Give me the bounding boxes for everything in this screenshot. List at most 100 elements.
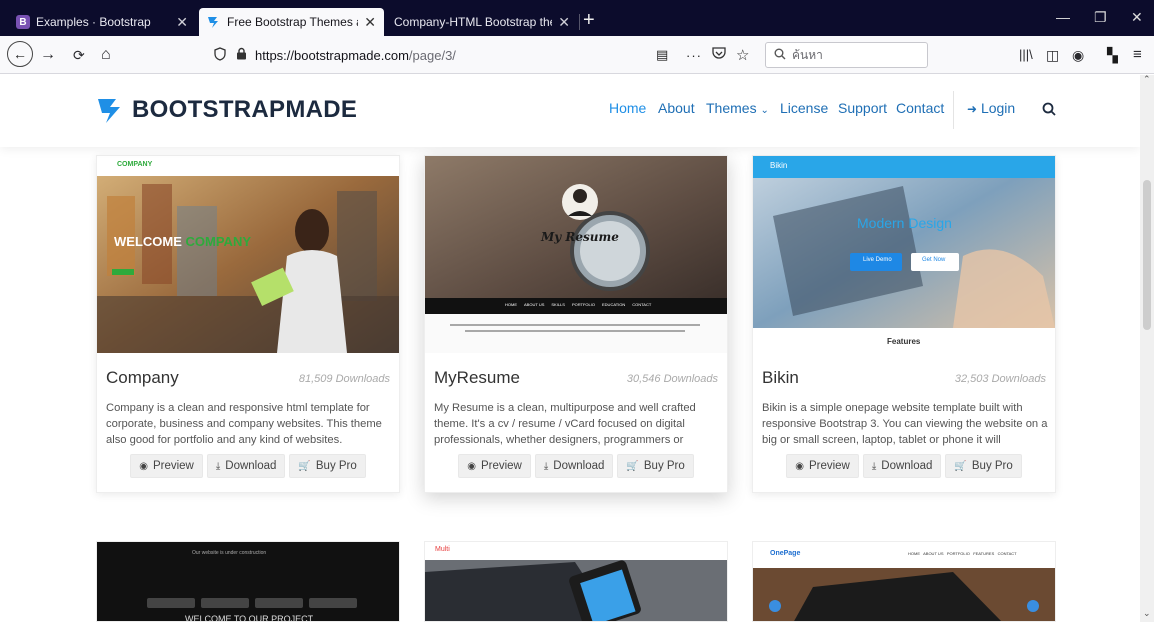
reader-view-icon[interactable]: ▤ [656,47,668,63]
nav-about[interactable]: About [658,100,695,116]
nav-support[interactable]: Support [838,100,887,116]
thumb-menu-item: HOME [505,302,517,307]
close-tab-icon[interactable]: ✕ [558,14,570,31]
nav-license[interactable]: License [780,100,828,116]
download-label: Download [553,460,605,472]
url-bar[interactable]: https://bootstrapmade.com/page/3/ ▤ ··· … [200,42,756,68]
search-icon[interactable] [1042,102,1056,121]
company-thumbnail[interactable]: COMPANY WELCOME COMPANY [97,156,399,353]
close-tab-icon[interactable]: ✕ [364,14,376,31]
scroll-down-icon[interactable]: ⌄ [1143,608,1151,619]
thumb-menu-item: PORTFOLIO [571,302,595,307]
reload-icon[interactable]: ⟳ [73,45,85,65]
tab-separator [579,14,580,30]
download-button[interactable]: ⤓ Download [862,454,942,478]
card-title[interactable]: Company [106,368,179,388]
home-icon[interactable]: ⌂ [101,45,111,65]
preview-button[interactable]: ◉ Preview [458,454,531,478]
account-icon[interactable]: ◉ [1072,45,1084,65]
nav-login[interactable]: ➜ Login [967,100,1015,116]
more-actions-icon[interactable]: ··· [686,48,702,63]
card-title[interactable]: Bikin [762,368,799,388]
site-header: BOOTSTRAPMADE Home About Themes ⌄ Licens… [0,75,1140,147]
cart-icon: 🛒 [954,460,967,472]
theme-card-bikin[interactable]: Bikin Modern Design Live Demo Get Now Fe… [752,155,1056,493]
card-description: My Resume is a clean, multipurpose and w… [434,402,696,446]
url-path: /page/3/ [408,47,456,63]
extension-icon[interactable]: ▚ [1107,45,1118,65]
close-tab-icon[interactable]: ✕ [176,14,188,31]
close-window-icon[interactable]: ✕ [1131,9,1143,26]
search-input[interactable]: ค้นหา [765,42,928,68]
card-description: Company is a clean and responsive html t… [106,402,382,446]
vertical-scrollbar[interactable]: ⌃ ⌄ [1140,74,1154,622]
restore-icon[interactable]: ❐ [1094,9,1107,26]
nav-themes[interactable]: Themes ⌄ [706,100,769,116]
bikin-thumb-features: Features [887,337,921,346]
logo-mark-icon [98,99,120,123]
scrollbar-thumb[interactable] [1143,180,1151,330]
nav-login-label: Login [980,100,1016,116]
tab-title: Examples · Bootstrap [36,15,151,29]
myresume-thumb-menu: HOME ABOUT US SKILLS PORTFOLIO EDUCATION… [505,302,651,307]
company-thumb-brand: COMPANY [117,161,153,168]
menu-hamburger-icon[interactable]: ≡ [1133,45,1142,65]
tracking-shield-icon[interactable] [214,46,226,64]
preview-button[interactable]: ◉ Preview [786,454,859,478]
theme-card-row2-3[interactable]: OnePage HOME ABOUT US PORTFOLIO FEATURES… [752,541,1056,622]
nav-home[interactable]: Home [609,100,646,116]
tab-bootstrapmade[interactable]: Free Bootstrap Themes and We ✕ [199,8,384,36]
buy-pro-button[interactable]: 🛒 Buy Pro [617,454,694,478]
preview-label: Preview [808,460,850,472]
bikin-thumb-headline: Modern Design [857,215,952,231]
row2-thumb-buttons [147,598,357,608]
library-icon[interactable]: |||\ [1019,45,1033,65]
theme-card-row2-1[interactable]: Our website is under construction WELCOM… [96,541,400,622]
site-logo[interactable]: BOOTSTRAPMADE [96,95,357,125]
tab-examples-bootstrap[interactable]: B Examples · Bootstrap ✕ [8,8,196,36]
preview-label: Preview [152,460,194,472]
card-downloads: 32,503 Downloads [954,373,1046,385]
tab-company-theme[interactable]: Company-HTML Bootstrap theme ✕ [386,8,578,36]
theme-card-company[interactable]: COMPANY WELCOME COMPANY Company 81,509 D… [96,155,400,493]
cart-icon: 🛒 [626,460,639,472]
card-title[interactable]: MyResume [434,368,520,388]
download-button[interactable]: ⤓ Download [534,454,614,478]
nav-themes-label: Themes [706,100,757,116]
thumb-block [201,598,249,608]
login-icon: ➜ [967,102,978,116]
bikin-thumb-btn2: Get Now [922,257,946,263]
search-placeholder: ค้นหา [792,47,823,62]
card-actions: ◉ Preview ⤓ Download 🛒 Buy Pro [753,454,1055,478]
bookmark-star-icon[interactable]: ☆ [736,46,749,64]
back-button-icon[interactable]: ← [7,41,33,67]
myresume-thumb-headline: My Resume [541,230,619,244]
new-tab-button[interactable]: + [583,10,595,30]
cart-icon: 🛒 [298,460,311,472]
buy-pro-button[interactable]: 🛒 Buy Pro [945,454,1022,478]
sidebar-icon[interactable]: ◫ [1046,45,1059,65]
pocket-icon[interactable] [712,47,726,63]
buy-pro-label: Buy Pro [643,460,685,472]
thumb-menu-item: CONTACT [632,302,652,307]
myresume-thumbnail[interactable]: My Resume HOME ABOUT US SKILLS PORTFOLIO… [425,156,727,353]
nav-contact[interactable]: Contact [896,100,944,116]
buy-pro-button[interactable]: 🛒 Buy Pro [289,454,366,478]
company-thumb-headline-b: COMPANY [185,234,251,249]
thumb-menu-item: SKILLS [551,302,565,307]
browser-toolbar: ← → ⟳ ⌂ https://bootstrapmade.com/page/3… [0,36,1154,74]
card-actions: ◉ Preview ⤓ Download 🛒 Buy Pro [425,454,727,478]
thumb-block [309,598,357,608]
preview-button[interactable]: ◉ Preview [130,454,203,478]
forward-button-icon[interactable]: → [40,45,56,65]
lock-icon[interactable] [236,47,247,63]
scroll-up-icon[interactable]: ⌃ [1143,74,1151,85]
bikin-thumbnail[interactable]: Bikin Modern Design Live Demo Get Now Fe… [753,156,1055,353]
card-actions: ◉ Preview ⤓ Download 🛒 Buy Pro [97,454,399,478]
theme-card-row2-2[interactable]: Multi [424,541,728,622]
theme-card-myresume[interactable]: My Resume HOME ABOUT US SKILLS PORTFOLIO… [424,155,728,493]
bikin-thumb-brand: Bikin [770,161,788,170]
company-thumb-headline: WELCOME COMPANY [114,234,251,249]
minimize-icon[interactable]: — [1056,9,1070,25]
download-button[interactable]: ⤓ Download [206,454,286,478]
